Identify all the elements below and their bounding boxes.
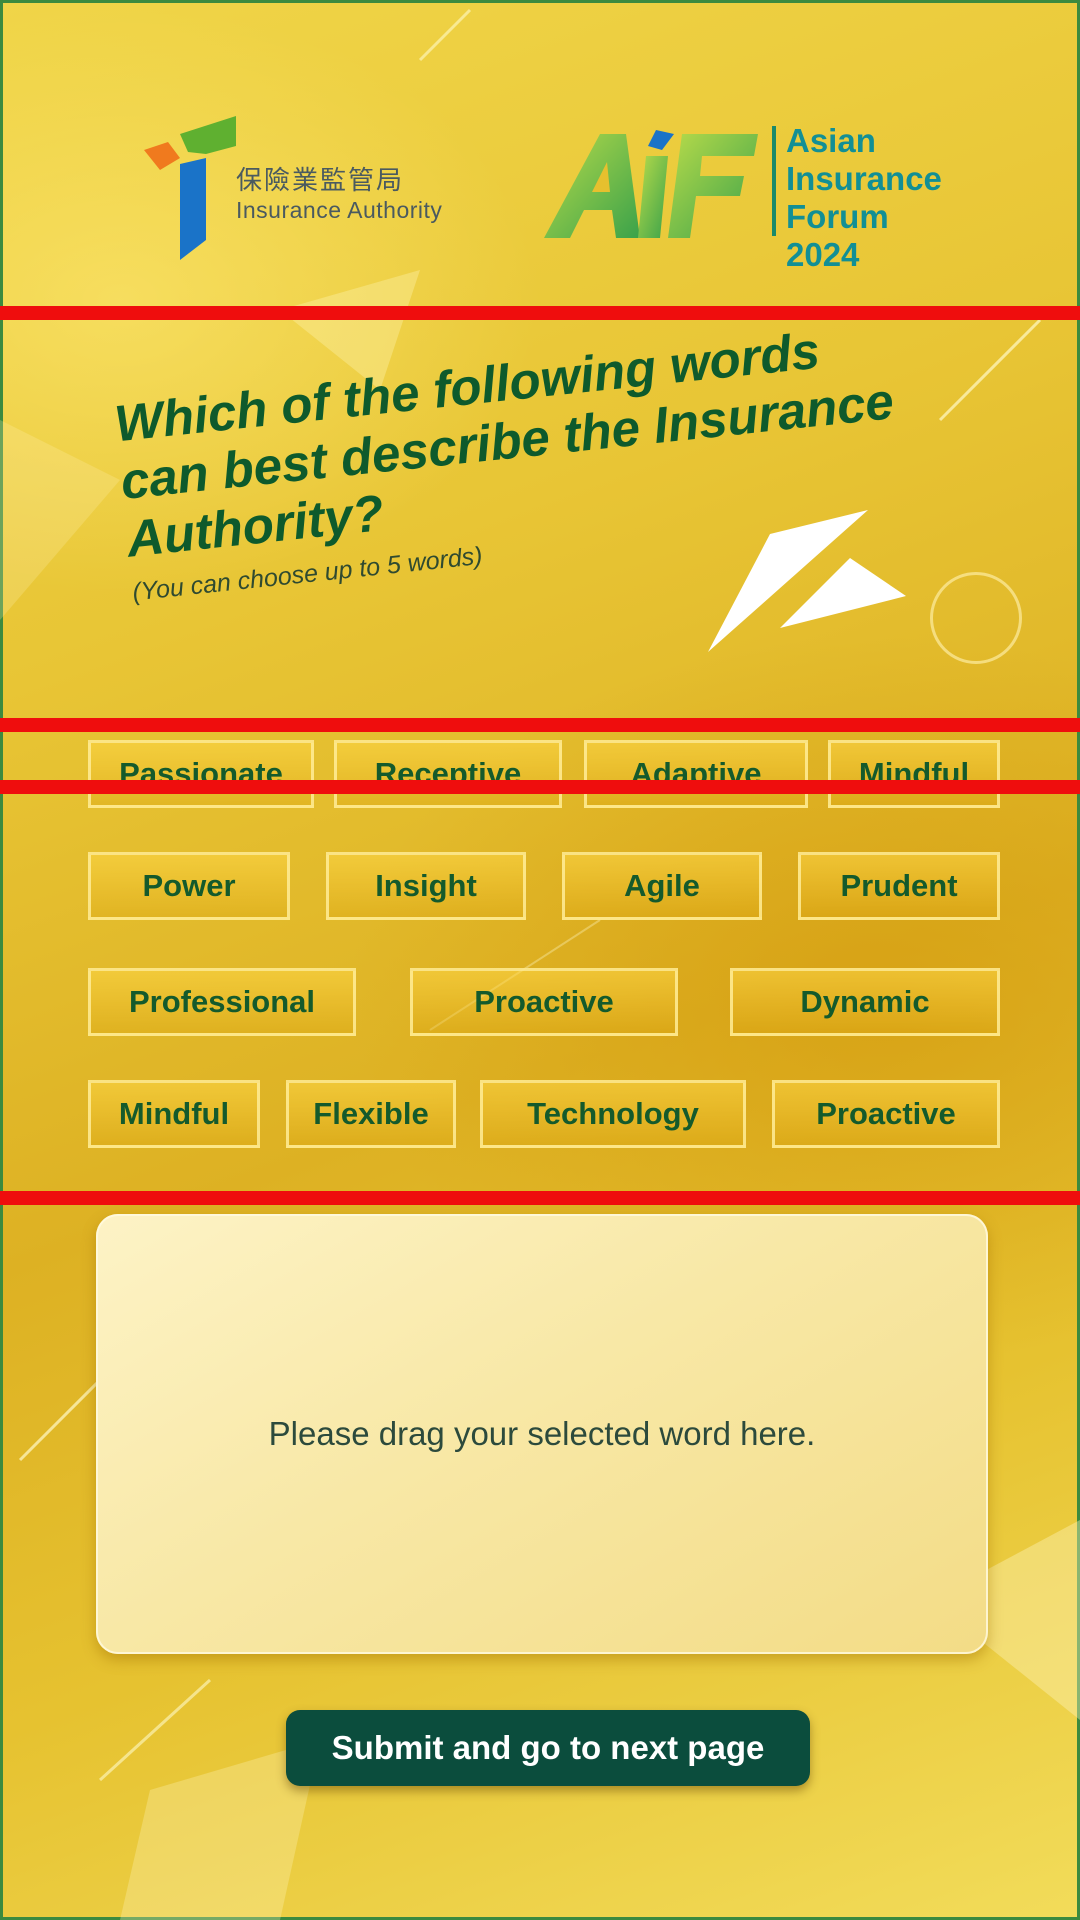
word-chip-mindful[interactable]: Mindful: [828, 740, 1000, 808]
app-screen: 保險業監管局 Insurance Authority Asian Insuran…: [0, 0, 1080, 1920]
ia-name-english: Insurance Authority: [236, 197, 443, 223]
word-chip-insight[interactable]: Insight: [326, 852, 526, 920]
word-chip-power[interactable]: Power: [88, 852, 290, 920]
word-chip-proactive[interactable]: Proactive: [410, 968, 678, 1036]
word-chip-passionate[interactable]: Passionate: [88, 740, 314, 808]
aif-wordmark-icon: [544, 130, 758, 238]
insurance-authority-logo-icon: [144, 116, 236, 260]
aif-logo-divider: [772, 126, 776, 236]
word-chip-prudent[interactable]: Prudent: [798, 852, 1000, 920]
drop-zone-placeholder: Please drag your selected word here.: [268, 1415, 816, 1452]
word-chip-agile[interactable]: Agile: [562, 852, 762, 920]
annotation-bar: [0, 780, 1080, 794]
ia-name-chinese: 保險業監管局: [236, 166, 405, 196]
word-chip-dynamic[interactable]: Dynamic: [730, 968, 1000, 1036]
decorative-ring: [930, 572, 1022, 664]
word-chip-mindful-2[interactable]: Mindful: [88, 1080, 260, 1148]
submit-next-page-button[interactable]: Submit and go to next page: [286, 1710, 810, 1786]
word-chip-technology[interactable]: Technology: [480, 1080, 746, 1148]
annotation-bar: [0, 306, 1080, 320]
word-chip-professional[interactable]: Professional: [88, 968, 356, 1036]
aif-line-asian: Asian: [786, 122, 876, 159]
word-chip-adaptive[interactable]: Adaptive: [584, 740, 808, 808]
word-chip-proactive-2[interactable]: Proactive: [772, 1080, 1000, 1148]
aif-line-insurance: Insurance: [786, 160, 942, 197]
word-drop-zone[interactable]: Please drag your selected word here.: [96, 1214, 988, 1654]
annotation-bar: [0, 1191, 1080, 1205]
word-chip-flexible[interactable]: Flexible: [286, 1080, 456, 1148]
annotation-bar: [0, 718, 1080, 732]
aif-logo: Asian Insurance Forum 2024: [544, 112, 964, 273]
paper-plane-icon: [708, 510, 906, 652]
insurance-authority-logo: 保險業監管局 Insurance Authority: [140, 112, 480, 262]
word-chip-receptive[interactable]: Receptive: [334, 740, 562, 808]
